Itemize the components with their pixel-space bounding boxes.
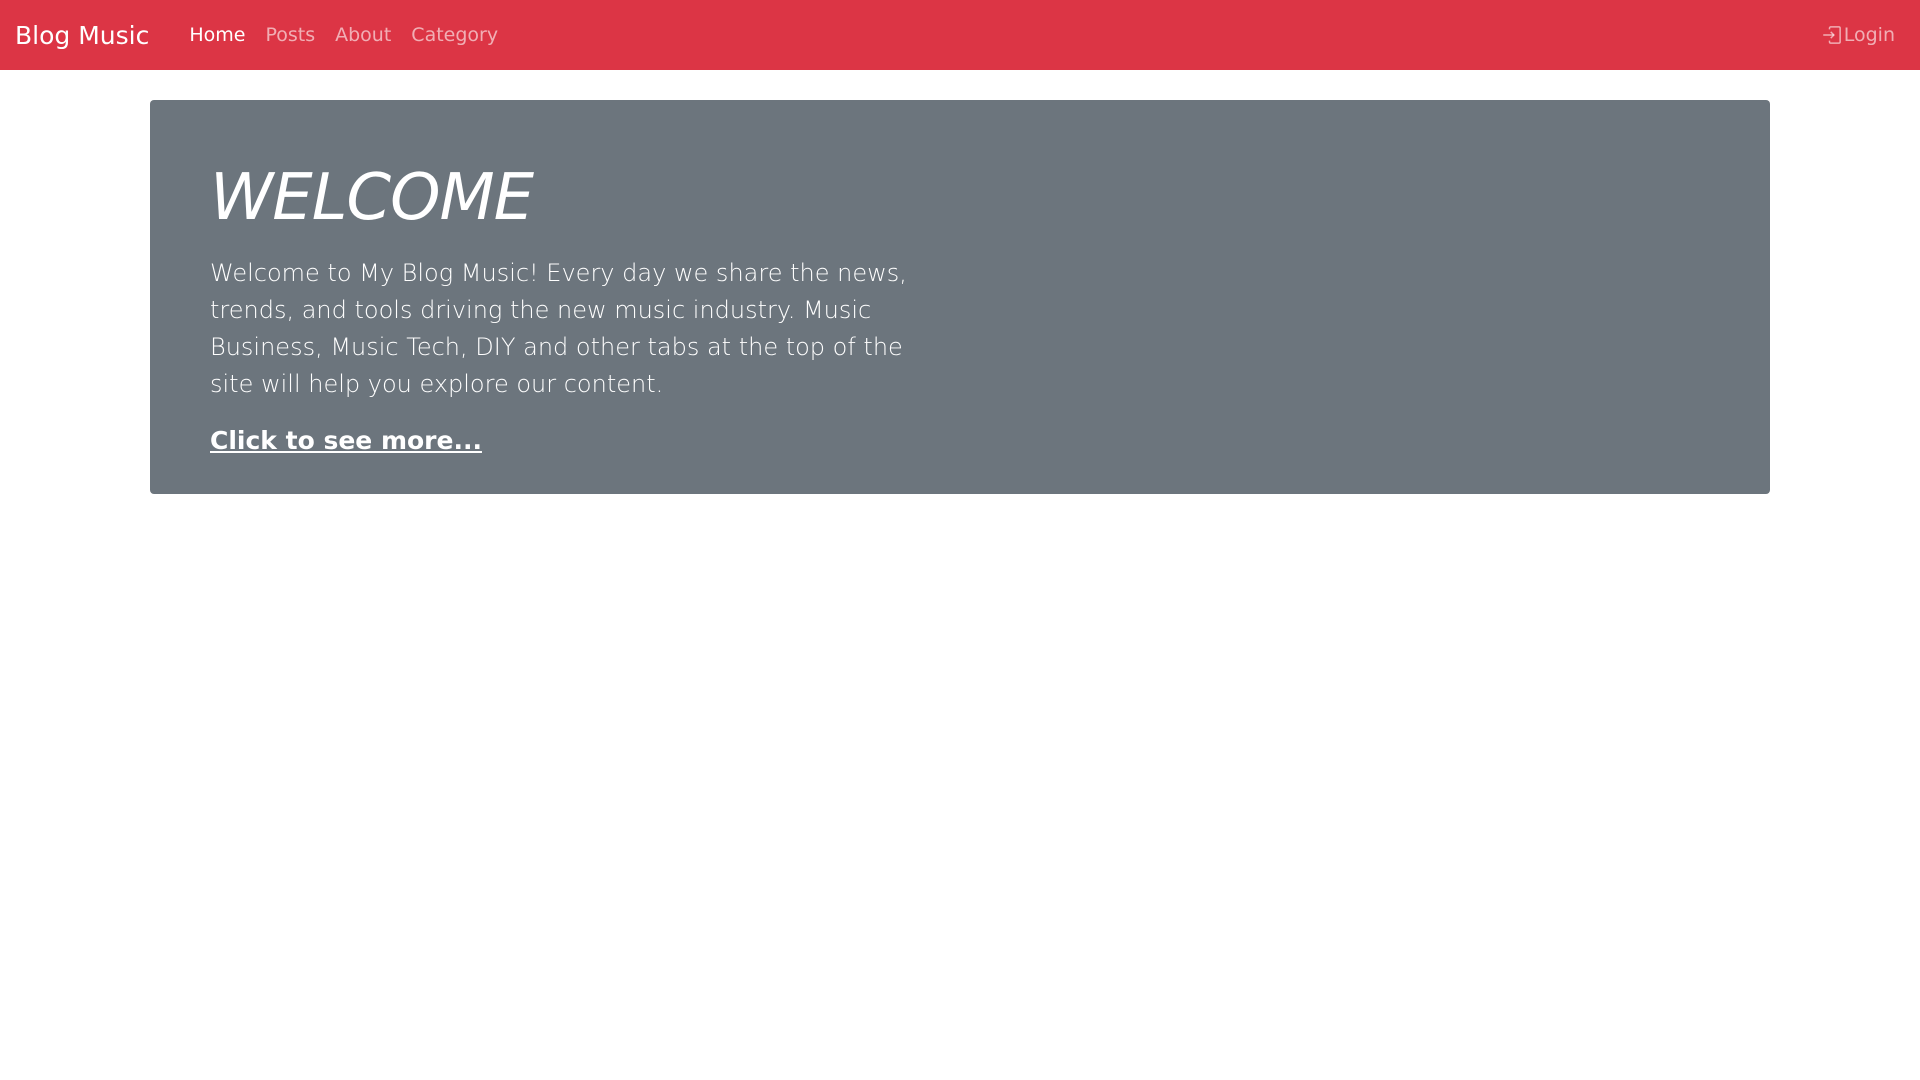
box-arrow-in-right-icon	[1822, 25, 1842, 45]
nav-links: Home Posts About Category	[179, 24, 508, 46]
welcome-jumbotron: WELCOME Welcome to My Blog Music! Every …	[150, 100, 1770, 494]
brand-link[interactable]: Blog Music	[15, 21, 149, 50]
login-label: Login	[1843, 24, 1895, 46]
welcome-text: Welcome to My Blog Music! Every day we s…	[210, 258, 907, 399]
nav-link-category[interactable]: Category	[401, 24, 508, 46]
welcome-title: WELCOME	[210, 161, 534, 235]
nav-link-home[interactable]: Home	[179, 24, 255, 46]
login-link[interactable]: Login	[1822, 24, 1905, 46]
nav-link-posts[interactable]: Posts	[255, 24, 325, 46]
see-more-link[interactable]: Click to see more...	[210, 426, 482, 455]
navbar: Blog Music Home Posts About Category Log…	[0, 0, 1920, 70]
nav-link-about[interactable]: About	[325, 24, 401, 46]
